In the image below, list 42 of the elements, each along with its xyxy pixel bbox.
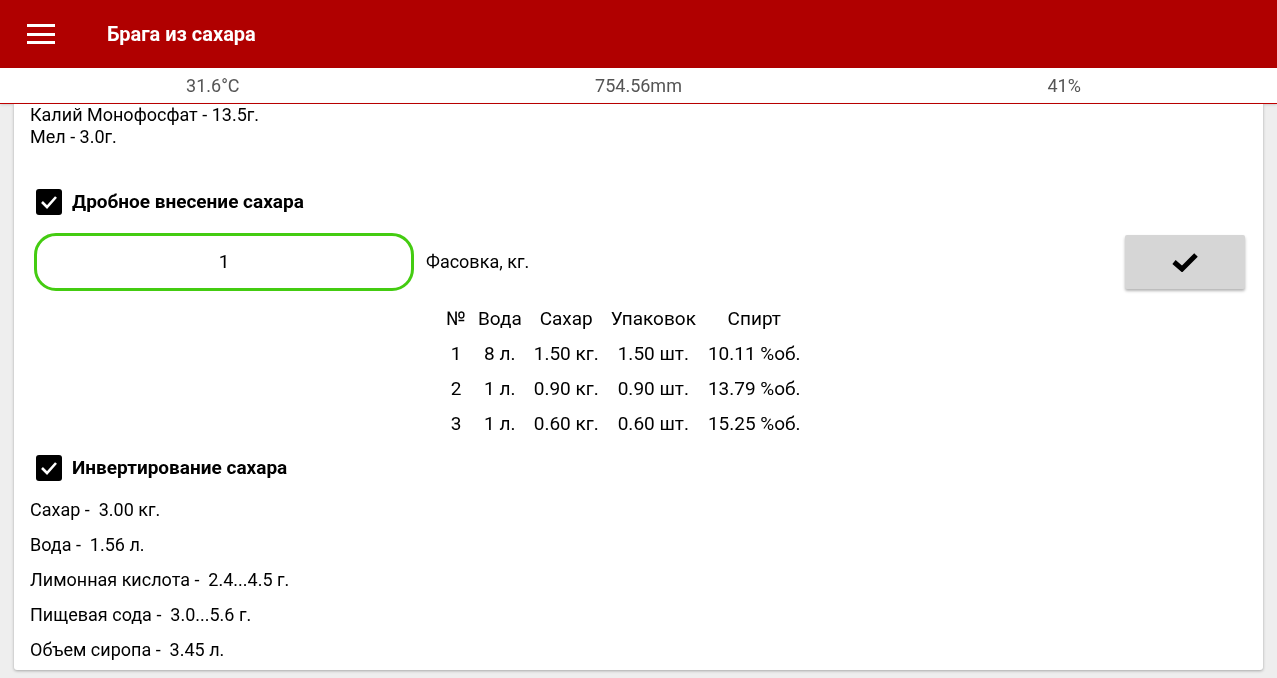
table-cell-text: 15.25 %об. xyxy=(706,410,802,437)
app-title: Брага из сахара xyxy=(107,21,256,48)
result-line: Сахар - 3.00 кг. xyxy=(30,498,162,522)
ingredient-line: Мел - 3.0г. xyxy=(30,126,118,148)
input-field[interactable]: 1 xyxy=(34,232,414,291)
table-cell-text: 0.90 шт. xyxy=(616,375,690,402)
check-mark-icon xyxy=(40,195,58,210)
result-line: Лимонная кислота - 2.4...4.5 г. xyxy=(30,568,291,592)
column-header: № xyxy=(445,306,467,333)
column-header: Вода xyxy=(476,306,523,333)
check-mark-icon xyxy=(40,460,58,475)
status-reading: 754.56mm xyxy=(594,74,683,98)
checkbox-label: Инвертирование сахара xyxy=(72,454,288,481)
table-cell-text: 1.50 шт. xyxy=(616,340,690,367)
confirm-button[interactable] xyxy=(1125,234,1245,289)
ingredient-line: Калий Монофосфат - 13.5г. xyxy=(30,104,261,126)
table-cell-text: 10.11 %об. xyxy=(706,340,802,367)
checkbox[interactable] xyxy=(36,189,62,216)
table-cell-text: 1 xyxy=(449,340,463,367)
table-cell-text: 0.90 кг. xyxy=(532,375,600,402)
checkbox[interactable] xyxy=(36,454,62,481)
result-line: Объем сиропа - 3.45 л. xyxy=(30,638,226,662)
table-cell-text: 0.60 шт. xyxy=(616,410,690,437)
table-cell-text: 3 xyxy=(449,410,463,437)
field-label: Фасовка, кг. xyxy=(426,250,530,274)
result-line: Вода - 1.56 л. xyxy=(30,533,146,557)
result-line: Пищевая сода - 3.0...5.6 г. xyxy=(30,603,253,627)
column-header: Упаковок xyxy=(609,306,697,333)
table-cell-text: 0.60 кг. xyxy=(532,410,600,437)
check-icon xyxy=(1171,251,1199,272)
checkbox-label: Дробное внесение сахара xyxy=(72,189,304,215)
table-cell-text: 1.50 кг. xyxy=(532,340,600,367)
column-header: Спирт xyxy=(726,306,782,333)
menu-icon[interactable] xyxy=(27,24,55,44)
status-reading: 41% xyxy=(1046,74,1082,98)
status-reading: 31.6°C xyxy=(185,74,241,98)
column-header: Сахар xyxy=(538,306,594,333)
table-cell-text: 2 xyxy=(449,375,463,402)
table-cell-text: 13.79 %об. xyxy=(706,375,802,402)
table-cell-text: 8 л. xyxy=(483,340,517,367)
table-cell-text: 1 л. xyxy=(483,375,517,402)
table-cell-text: 1 л. xyxy=(483,410,517,437)
